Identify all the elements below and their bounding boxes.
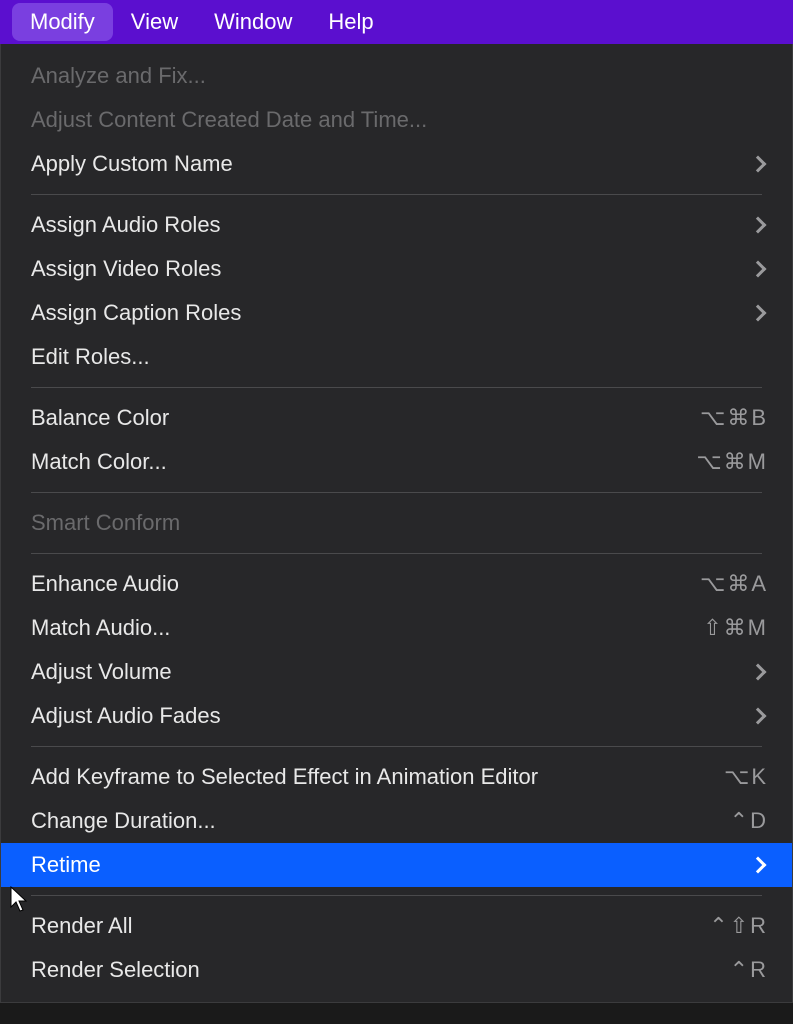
menu-item-assign-video-roles[interactable]: Assign Video Roles bbox=[1, 247, 792, 291]
menu-item-label: Smart Conform bbox=[31, 510, 768, 536]
menu-item-apply-custom-name[interactable]: Apply Custom Name bbox=[1, 142, 792, 186]
menu-item-right: ⌥K bbox=[724, 764, 768, 790]
menu-item-right: ⌃D bbox=[730, 808, 768, 834]
menu-item-label: Adjust Volume bbox=[31, 659, 752, 685]
menu-separator bbox=[31, 895, 762, 896]
menu-item-match-audio[interactable]: Match Audio...⇧⌘M bbox=[1, 606, 792, 650]
menu-item-adjust-audio-fades[interactable]: Adjust Audio Fades bbox=[1, 694, 792, 738]
chevron-right-icon bbox=[750, 857, 767, 874]
menu-item-label: Adjust Content Created Date and Time... bbox=[31, 107, 768, 133]
menu-item-label: Apply Custom Name bbox=[31, 151, 752, 177]
menu-item-right bbox=[752, 263, 768, 275]
menu-item-right bbox=[752, 307, 768, 319]
menu-separator bbox=[31, 553, 762, 554]
menu-item-enhance-audio[interactable]: Enhance Audio⌥⌘A bbox=[1, 562, 792, 606]
menu-item-render-all[interactable]: Render All⌃⇧R bbox=[1, 904, 792, 948]
menu-shortcut: ⌃R bbox=[730, 957, 768, 983]
menu-item-label: Assign Audio Roles bbox=[31, 212, 752, 238]
menu-item-retime[interactable]: Retime bbox=[1, 843, 792, 887]
menu-item-match-color[interactable]: Match Color...⌥⌘M bbox=[1, 440, 792, 484]
menu-item-smart-conform: Smart Conform bbox=[1, 501, 792, 545]
menu-shortcut: ⌃D bbox=[730, 808, 768, 834]
menu-item-label: Match Color... bbox=[31, 449, 696, 475]
modify-dropdown: Analyze and Fix... Adjust Content Created… bbox=[0, 44, 793, 1003]
chevron-right-icon bbox=[750, 217, 767, 234]
chevron-right-icon bbox=[750, 708, 767, 725]
menu-separator bbox=[31, 492, 762, 493]
menu-item-label: Add Keyframe to Selected Effect in Anima… bbox=[31, 764, 724, 790]
menu-shortcut: ⌥⌘B bbox=[700, 405, 768, 431]
menu-item-label: Assign Caption Roles bbox=[31, 300, 752, 326]
menu-item-right: ⌃R bbox=[730, 957, 768, 983]
menu-item-render-selection[interactable]: Render Selection⌃R bbox=[1, 948, 792, 992]
menu-item-right: ⌥⌘A bbox=[700, 571, 768, 597]
menu-item-label: Enhance Audio bbox=[31, 571, 700, 597]
menu-item-label: Analyze and Fix... bbox=[31, 63, 768, 89]
menu-separator bbox=[31, 194, 762, 195]
menu-item-right: ⌥⌘M bbox=[696, 449, 768, 475]
menu-item-label: Match Audio... bbox=[31, 615, 703, 641]
menu-item-label: Edit Roles... bbox=[31, 344, 768, 370]
menu-separator bbox=[31, 387, 762, 388]
menubar: ModifyViewWindowHelp bbox=[0, 0, 793, 44]
menu-item-assign-audio-roles[interactable]: Assign Audio Roles bbox=[1, 203, 792, 247]
chevron-right-icon bbox=[750, 305, 767, 322]
menu-shortcut: ⌥⌘A bbox=[700, 571, 768, 597]
menu-item-right bbox=[752, 158, 768, 170]
menu-shortcut: ⌥K bbox=[724, 764, 768, 790]
menubar-item-view[interactable]: View bbox=[113, 3, 196, 41]
menu-shortcut: ⌥⌘M bbox=[696, 449, 768, 475]
menu-item-label: Assign Video Roles bbox=[31, 256, 752, 282]
chevron-right-icon bbox=[750, 664, 767, 681]
chevron-right-icon bbox=[750, 261, 767, 278]
menu-item-right bbox=[752, 666, 768, 678]
menu-item-right: ⌥⌘B bbox=[700, 405, 768, 431]
menu-shortcut: ⌃⇧R bbox=[709, 913, 768, 939]
chevron-right-icon bbox=[750, 156, 767, 173]
menu-item-label: Render All bbox=[31, 913, 709, 939]
menu-separator bbox=[31, 746, 762, 747]
menu-item-right bbox=[752, 710, 768, 722]
menu-item-right: ⌃⇧R bbox=[709, 913, 768, 939]
menu-item-label: Change Duration... bbox=[31, 808, 730, 834]
menu-item-change-duration[interactable]: Change Duration...⌃D bbox=[1, 799, 792, 843]
menu-item-label: Balance Color bbox=[31, 405, 700, 431]
menu-item-label: Retime bbox=[31, 852, 752, 878]
menu-item-right bbox=[752, 219, 768, 231]
menu-item-right bbox=[752, 859, 768, 871]
menu-item-label: Adjust Audio Fades bbox=[31, 703, 752, 729]
menu-item-analyze-and-fix: Analyze and Fix... bbox=[1, 54, 792, 98]
menu-item-assign-caption-roles[interactable]: Assign Caption Roles bbox=[1, 291, 792, 335]
menu-shortcut: ⇧⌘M bbox=[703, 615, 768, 641]
menu-item-balance-color[interactable]: Balance Color⌥⌘B bbox=[1, 396, 792, 440]
menu-item-edit-roles[interactable]: Edit Roles... bbox=[1, 335, 792, 379]
menu-item-add-keyframe-to-selected-effect-in-animation-editor[interactable]: Add Keyframe to Selected Effect in Anima… bbox=[1, 755, 792, 799]
menubar-item-modify[interactable]: Modify bbox=[12, 3, 113, 41]
menu-item-adjust-volume[interactable]: Adjust Volume bbox=[1, 650, 792, 694]
menu-item-label: Render Selection bbox=[31, 957, 730, 983]
menubar-item-help[interactable]: Help bbox=[310, 3, 391, 41]
menu-item-right: ⇧⌘M bbox=[703, 615, 768, 641]
menu-item-adjust-content-created-date-and-time: Adjust Content Created Date and Time... bbox=[1, 98, 792, 142]
menubar-item-window[interactable]: Window bbox=[196, 3, 310, 41]
